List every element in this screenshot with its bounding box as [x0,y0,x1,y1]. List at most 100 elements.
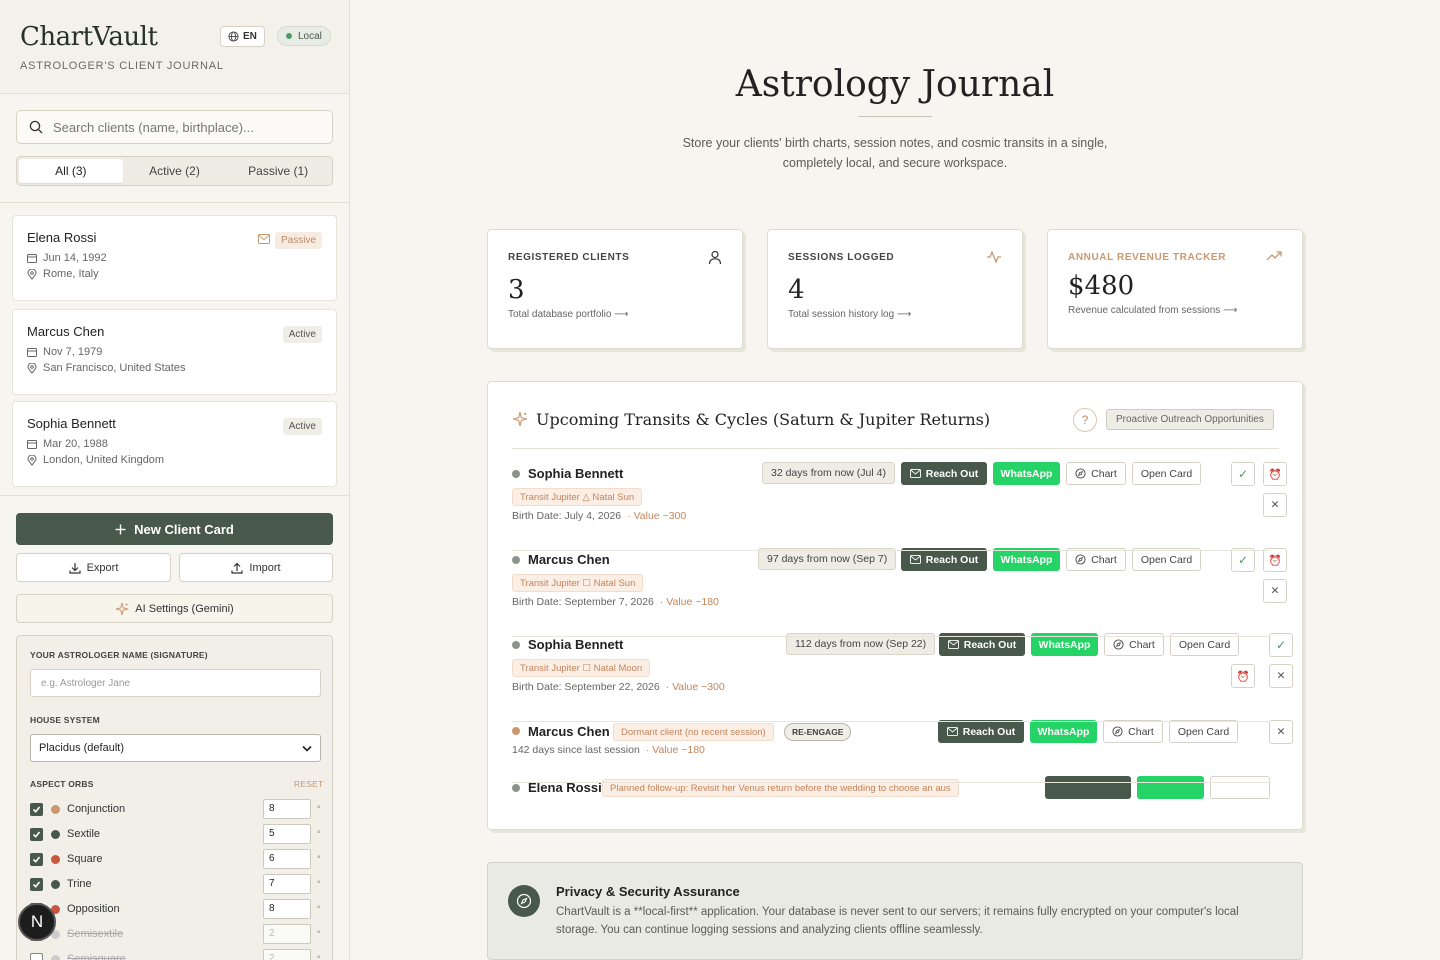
degree-symbol: ° [317,954,321,960]
client-birthplace: Rome, Italy [27,268,322,280]
transit-row: Marcus Chen Transit Jupiter ☐ Natal Sun Bi… [512,548,1287,632]
status-dot-icon [512,470,520,478]
open-card-button[interactable]: Open Card [1169,720,1238,743]
client-card[interactable]: Marcus Chen Active Nov 7, 1979 San Franc… [12,309,337,395]
orb-checkbox[interactable] [30,827,43,841]
divider [512,448,1279,449]
reach-out-button[interactable] [1045,776,1131,799]
privacy-notice: Privacy & Security Assurance ChartVault … [487,862,1303,960]
dismiss-button[interactable]: ✕ [1263,579,1287,603]
import-button[interactable]: Import [179,553,333,582]
privacy-title: Privacy & Security Assurance [556,884,740,899]
mark-done-button[interactable]: ✓ [1231,548,1255,572]
house-system-select[interactable]: Placidus (default) [30,734,321,762]
degree-symbol: ° [317,879,321,889]
stat-card-revenue[interactable]: ANNUAL REVENUE TRACKER $480 Revenue calc… [1047,229,1303,349]
reset-orbs-button[interactable]: RESET [294,779,323,789]
whatsapp-label: WhatsApp [1038,638,1091,651]
dismiss-button[interactable]: ✕ [1263,493,1287,517]
mail-icon[interactable] [258,234,270,244]
search-input[interactable] [53,119,313,135]
transit-client-name[interactable]: Marcus Chen [528,724,610,739]
reach-out-button[interactable]: Reach Out [938,720,1024,743]
chart-button[interactable]: Chart [1066,462,1126,485]
mark-done-button[interactable]: ✓ [1269,633,1293,657]
chart-button[interactable]: Chart [1066,548,1126,571]
transit-row: Sophia Bennett Transit Jupiter ☐ Natal Mo… [512,633,1293,717]
aspect-color-dot [51,879,60,889]
aspect-orbs-label: ASPECT ORBS [30,779,94,789]
help-icon[interactable]: ? [1073,408,1097,432]
orb-checkbox[interactable] [30,802,43,816]
orb-value-input[interactable]: 6 [263,849,311,869]
snooze-button[interactable]: ⏰ [1231,664,1255,688]
compass-icon [1075,468,1086,479]
orb-value-input[interactable]: 2 [263,949,311,960]
chart-label: Chart [1129,638,1155,651]
open-card-button[interactable]: Open Card [1132,548,1201,571]
orb-name: Square [67,853,103,865]
calendar-icon [27,347,37,357]
orb-row-trine: Trine 7 ° [30,874,321,894]
compass-icon [508,885,540,917]
floating-n-badge[interactable]: N [18,903,56,941]
alarm-clock-icon: ⏰ [1268,554,1282,567]
client-card[interactable]: Elena Rossi Passive Jun 14, 1992 Rome, I… [12,215,337,301]
globe-icon [228,31,239,42]
snooze-button[interactable]: ⏰ [1263,548,1287,572]
mail-icon [947,640,959,649]
orb-checkbox[interactable] [30,952,43,960]
orb-value-input[interactable]: 5 [263,824,311,844]
ai-settings-label: AI Settings (Gemini) [135,602,234,615]
whatsapp-button[interactable]: WhatsApp [1030,720,1097,743]
open-card-button[interactable]: Open Card [1132,462,1201,485]
client-place-text: Rome, Italy [43,268,99,280]
transit-client-name[interactable]: Marcus Chen [528,552,610,567]
tab-active[interactable]: Active (2) [123,159,227,183]
client-card[interactable]: Sophia Bennett Active Mar 20, 1988 Londo… [12,401,337,487]
mark-done-button[interactable]: ✓ [1231,462,1255,486]
whatsapp-button[interactable]: WhatsApp [993,548,1060,571]
whatsapp-button[interactable]: WhatsApp [993,462,1060,485]
chart-button[interactable] [1210,776,1270,799]
page-description: Store your clients' birth charts, sessio… [682,136,1108,170]
orb-checkbox[interactable] [30,852,43,866]
row-divider [512,550,1271,551]
transit-client-name[interactable]: Sophia Bennett [528,466,623,481]
tab-passive[interactable]: Passive (1) [226,159,330,183]
open-card-label: Open Card [1140,467,1193,480]
dismiss-button[interactable]: ✕ [1269,664,1293,688]
title-divider [858,116,932,117]
stat-card-clients[interactable]: REGISTERED CLIENTS 3 Total database port… [487,229,743,349]
ai-settings-button[interactable]: AI Settings (Gemini) [16,594,333,623]
orb-value-input[interactable]: 7 [263,874,311,894]
orb-value-input[interactable]: 2 [263,924,311,944]
stat-card-sessions[interactable]: SESSIONS LOGGED 4 Total session history … [767,229,1023,349]
check-icon: ✓ [1237,553,1249,567]
aspect-color-dot [51,804,60,814]
reach-out-button[interactable]: Reach Out [901,548,987,571]
degree-symbol: ° [317,904,321,914]
chart-button[interactable]: Chart [1103,720,1163,743]
transit-client-name[interactable]: Sophia Bennett [528,637,623,652]
whatsapp-button[interactable] [1137,776,1204,799]
orb-checkbox[interactable] [30,877,43,891]
export-button[interactable]: Export [16,553,171,582]
reach-out-button[interactable]: Reach Out [901,462,987,485]
reach-out-label: Reach Out [925,467,979,480]
close-icon: ✕ [1270,585,1280,597]
signature-input[interactable] [30,669,321,697]
snooze-button[interactable]: ⏰ [1263,462,1287,486]
orb-name: Trine [67,878,92,890]
new-client-button[interactable]: New Client Card [16,513,333,545]
tab-all[interactable]: All (3) [19,159,123,183]
orb-name: Opposition [67,903,120,915]
client-place-text: San Francisco, United States [43,362,186,374]
orb-value-input[interactable]: 8 [263,799,311,819]
language-button[interactable]: EN [220,26,265,47]
compass-icon [1075,554,1086,565]
calendar-icon [27,439,37,449]
orb-value-input[interactable]: 8 [263,899,311,919]
dismiss-button[interactable]: ✕ [1269,720,1293,744]
import-label: Import [249,561,281,574]
